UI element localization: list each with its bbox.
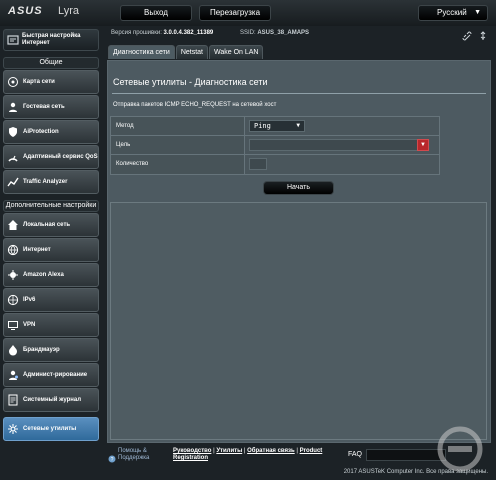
method-value: Ping [254,122,271,130]
target-input[interactable]: ▼ [249,139,429,151]
count-input[interactable] [249,158,267,170]
sidebar-item-qos[interactable]: Адаптивный сервис QoS [3,145,99,169]
diagnostic-form: Метод Ping ▼ Цель ▼ Количество [110,116,440,175]
sidebar-item-label: IPv6 [23,296,36,303]
sidebar-item-internet[interactable]: Интернет [3,238,99,262]
link-icon[interactable] [462,28,472,41]
chevron-down-icon: ▼ [296,122,300,129]
log-icon [7,394,19,406]
utilities-link[interactable]: Утилиты [216,448,242,454]
start-button[interactable]: Начать [263,181,334,195]
firmware-info: Версия прошивки: 3.0.0.4.382_11389 [111,30,213,36]
sidebar-item-label: VPN [23,321,36,328]
reboot-button[interactable]: Перезагрузка [199,5,271,21]
feedback-link[interactable]: Обратная связь [247,448,295,454]
count-row: Количество [111,155,439,174]
sidebar-item-label: Локальная сеть [23,221,71,228]
help-icon: ? [108,450,116,463]
svg-text:?: ? [111,457,114,463]
vpn-icon [7,319,19,331]
sidebar-item-administration[interactable]: Админист-рирование [3,363,99,387]
network-map-icon [7,76,19,88]
target-label: Цель [111,136,245,154]
language-select[interactable]: Русский ▼ [418,5,488,21]
tab-netstat[interactable]: Netstat [175,45,208,59]
page-title: Сетевые утилиты - Диагностика сети [113,77,268,87]
sidebar-item-system-log[interactable]: Системный журнал [3,388,99,412]
tab-network-diagnostics[interactable]: Диагностика сети [108,45,175,59]
sidebar-item-firewall[interactable]: Брандмауэр [3,338,99,362]
sidebar-item-aiprotection[interactable]: AiProtection [3,120,99,144]
method-select[interactable]: Ping ▼ [249,120,305,132]
globe-icon [7,244,19,256]
sidebar-item-label: Traffic Analyzer [23,178,68,185]
ssid-info: SSID: ASUS_38_AMAPS [240,30,309,36]
sidebar-item-lan[interactable]: Локальная сеть [3,213,99,237]
sidebar-item-alexa[interactable]: Amazon Alexa [3,263,99,287]
sidebar-item-label: Гостевая сеть [23,103,65,110]
home-icon [7,219,19,231]
target-row: Цель ▼ [111,136,439,155]
sidebar: Быстрая настройка Интернет Общие Карта с… [3,29,99,441]
sidebar-item-label: Брандмауэр [23,346,60,353]
sidebar-item-label: AiProtection [23,128,59,135]
sidebar-item-ipv6[interactable]: IPv6 [3,288,99,312]
sidebar-item-label: Интернет [23,246,51,253]
chevron-down-icon: ▼ [474,9,481,16]
tab-wake-on-lan[interactable]: Wake On LAN [209,45,264,59]
firmware-label: Версия прошивки: [111,30,162,36]
sidebar-item-label: Адаптивный сервис QoS [23,153,98,160]
sidebar-item-label: Карта сети [23,78,55,85]
dropdown-arrow-icon[interactable]: ▼ [417,139,429,151]
section-advanced: Дополнительные настройки [3,200,99,212]
help-support-link[interactable]: Помощь & Поддержка [118,448,166,462]
model-name: Lyra [58,5,79,17]
footer-links: Руководство | Утилиты | Обратная связь |… [173,448,323,461]
result-output[interactable] [110,202,487,440]
sidebar-item-label: Быстрая настройка Интернет [22,33,81,46]
watermark-logo [437,426,483,472]
quick-setup-icon [7,34,19,46]
sidebar-item-label: Админист-рирование [23,371,88,378]
sidebar-item-quick-setup[interactable]: Быстрая настройка Интернет [3,29,99,51]
faq-label: FAQ [348,451,363,458]
sidebar-item-label: Amazon Alexa [23,271,64,278]
asus-logo: ASUS [8,5,43,17]
sidebar-item-label: Системный журнал [23,396,82,403]
sidebar-item-guest-network[interactable]: Гостевая сеть [3,95,99,119]
count-label: Количество [111,155,245,174]
firmware-version: 3.0.0.4.382_11389 [163,30,214,36]
alexa-icon [7,269,19,281]
page-description: Отправка пакетов ICMP ECHO_REQUEST на се… [113,102,277,108]
sidebar-item-network-tools[interactable]: Сетевые утилиты [3,417,99,441]
manual-link[interactable]: Руководство [173,448,211,454]
sidebar-item-label: Сетевые утилиты [23,425,77,432]
divider [112,93,486,94]
top-bar: ASUS Lyra Выход Перезагрузка Русский ▼ [0,0,496,26]
chart-icon [7,176,19,188]
method-label: Метод [111,117,245,135]
sidebar-item-traffic-analyzer[interactable]: Traffic Analyzer [3,170,99,194]
content-panel: Сетевые утилиты - Диагностика сети Отпра… [107,60,491,443]
ssid-label: SSID: [240,30,256,36]
tab-bar: Диагностика сети Netstat Wake On LAN [108,45,264,59]
tools-icon [7,423,19,435]
ssid-value: ASUS_38_AMAPS [257,30,310,36]
logout-button[interactable]: Выход [120,5,192,21]
firewall-icon [7,344,19,356]
sidebar-item-network-map[interactable]: Карта сети [3,70,99,94]
section-general: Общие [3,57,99,69]
status-icons [462,28,488,41]
language-value: Русский [437,8,467,17]
shield-icon [7,126,19,138]
usb-icon[interactable] [478,28,488,40]
ipv6-icon [7,294,19,306]
admin-icon [7,369,19,381]
guest-network-icon [7,101,19,113]
qos-icon [7,151,19,163]
sidebar-item-vpn[interactable]: VPN [3,313,99,337]
method-row: Метод Ping ▼ [111,117,439,136]
